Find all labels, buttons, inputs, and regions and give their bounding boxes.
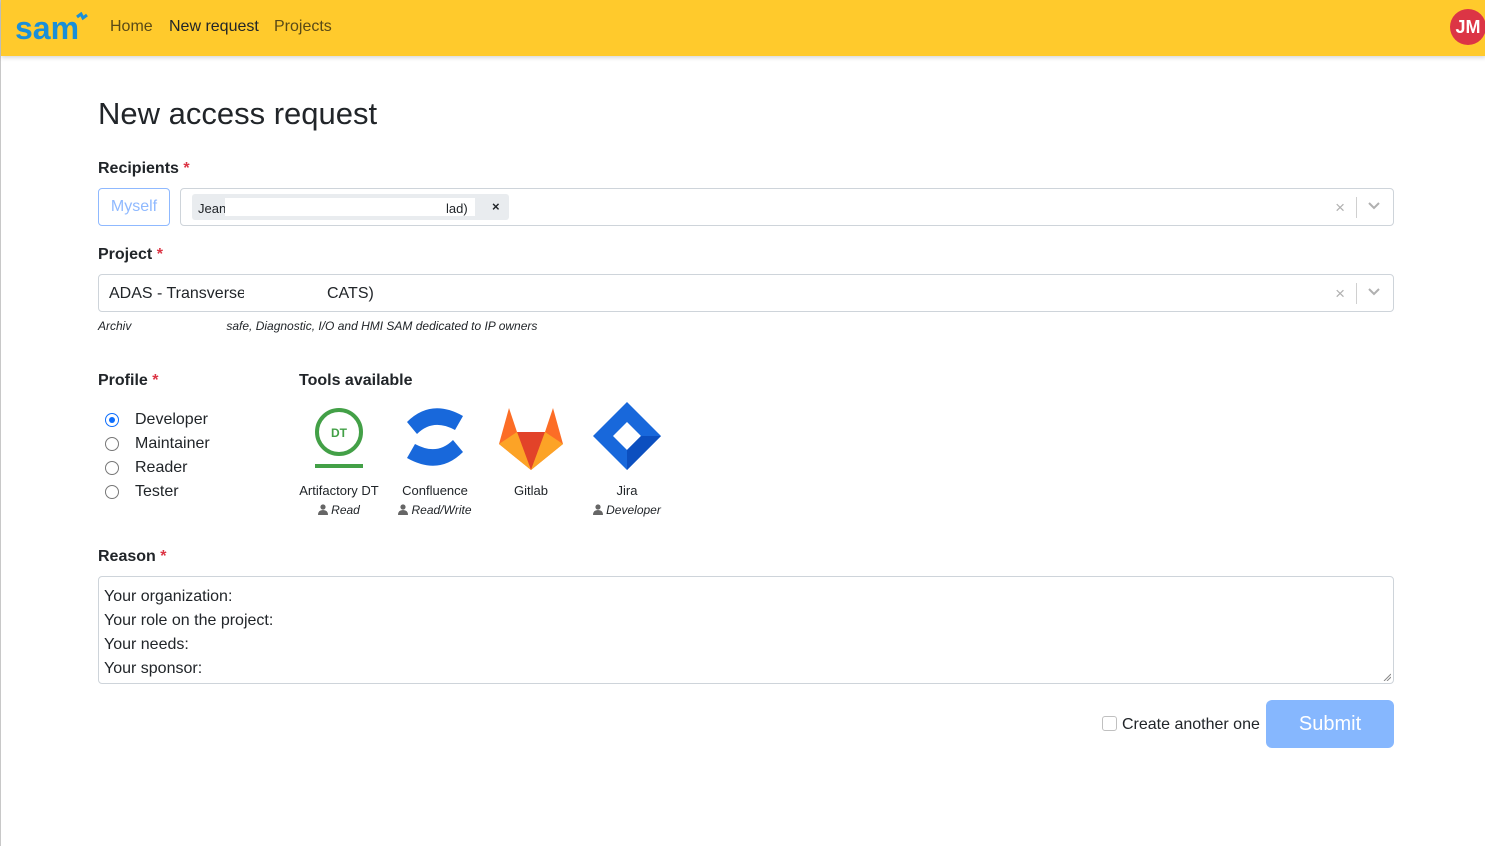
reason-line: Your sponsor:: [104, 660, 203, 677]
person-icon: [593, 504, 604, 515]
create-another-checkbox[interactable]: [1102, 716, 1117, 731]
reason-textarea[interactable]: Your organization: Your role on the proj…: [98, 576, 1394, 684]
myself-button[interactable]: Myself: [98, 188, 170, 226]
reason-line: Your needs:: [104, 636, 189, 653]
project-value: ADAS - Transverse: [109, 285, 246, 302]
confluence-icon: [407, 408, 463, 466]
radio-maintainer[interactable]: [105, 437, 119, 451]
radio-reader[interactable]: [105, 461, 119, 475]
recipient-chip-label-end: lad): [446, 201, 468, 216]
tool-gitlab: Gitlab: [483, 402, 579, 522]
nav-projects[interactable]: Projects: [274, 18, 332, 36]
tool-name: Gitlab: [514, 483, 548, 498]
tool-confluence: Confluence Read/Write: [387, 402, 483, 522]
chevron-down-icon[interactable]: [1367, 287, 1381, 297]
profile-label: Profile *: [98, 372, 159, 389]
reason-label: Reason *: [98, 548, 167, 565]
tool-name: Confluence: [402, 483, 468, 498]
recipients-select[interactable]: Jean lad) × ×: [180, 188, 1394, 226]
radio-tester[interactable]: [105, 485, 119, 499]
project-description: Archiv safe, Diagnostic, I/O and HMI SAM …: [98, 319, 538, 333]
nav-new-request[interactable]: New request: [169, 18, 259, 36]
clear-icon[interactable]: ×: [1335, 198, 1345, 218]
top-navbar: sam Home New request Projects JM: [1, 0, 1485, 56]
project-value-end: CATS): [327, 285, 374, 302]
jira-icon: [593, 402, 661, 470]
page-title: New access request: [98, 96, 378, 131]
artifactory-icon: DT: [315, 408, 363, 468]
clear-icon[interactable]: ×: [1335, 284, 1345, 304]
reason-line: Your organization:: [104, 588, 233, 605]
recipients-label: Recipients *: [98, 160, 190, 177]
reason-line: Your role on the project:: [104, 612, 274, 629]
person-icon: [398, 504, 409, 515]
tool-name: Jira: [616, 483, 638, 498]
project-select[interactable]: ADAS - Transverse CATS) ×: [98, 274, 1394, 312]
gitlab-icon: [499, 408, 563, 470]
svg-text:DT: DT: [331, 426, 348, 440]
redacted-area: [244, 283, 326, 303]
tool-access: Read/Write: [387, 503, 483, 517]
redacted-area: [225, 198, 475, 216]
svg-text:sam: sam: [15, 12, 79, 44]
user-avatar[interactable]: JM: [1450, 9, 1485, 45]
project-label: Project *: [98, 246, 163, 263]
create-another-label[interactable]: Create another one: [1122, 716, 1260, 734]
tool-name: Artifactory DT: [299, 483, 379, 498]
recipient-chip: Jean lad) ×: [192, 194, 509, 220]
nav-home[interactable]: Home: [110, 18, 153, 36]
tool-access: Read: [291, 503, 387, 517]
tool-artifactory: DT Artifactory DT Read: [291, 402, 387, 522]
tools-label: Tools available: [299, 372, 413, 389]
resize-grip-icon[interactable]: [1383, 673, 1391, 681]
select-separator: [1356, 197, 1357, 218]
chevron-down-icon[interactable]: [1367, 201, 1381, 211]
submit-button[interactable]: Submit: [1266, 700, 1394, 748]
select-separator: [1356, 283, 1357, 304]
chip-remove-icon[interactable]: ×: [492, 199, 500, 214]
tool-access: Developer: [579, 503, 675, 517]
tool-jira: Jira Developer: [579, 402, 675, 522]
recipient-chip-label: Jean: [198, 201, 227, 216]
radio-developer[interactable]: [105, 413, 119, 427]
sam-logo[interactable]: sam: [15, 12, 89, 44]
person-icon: [318, 504, 329, 515]
